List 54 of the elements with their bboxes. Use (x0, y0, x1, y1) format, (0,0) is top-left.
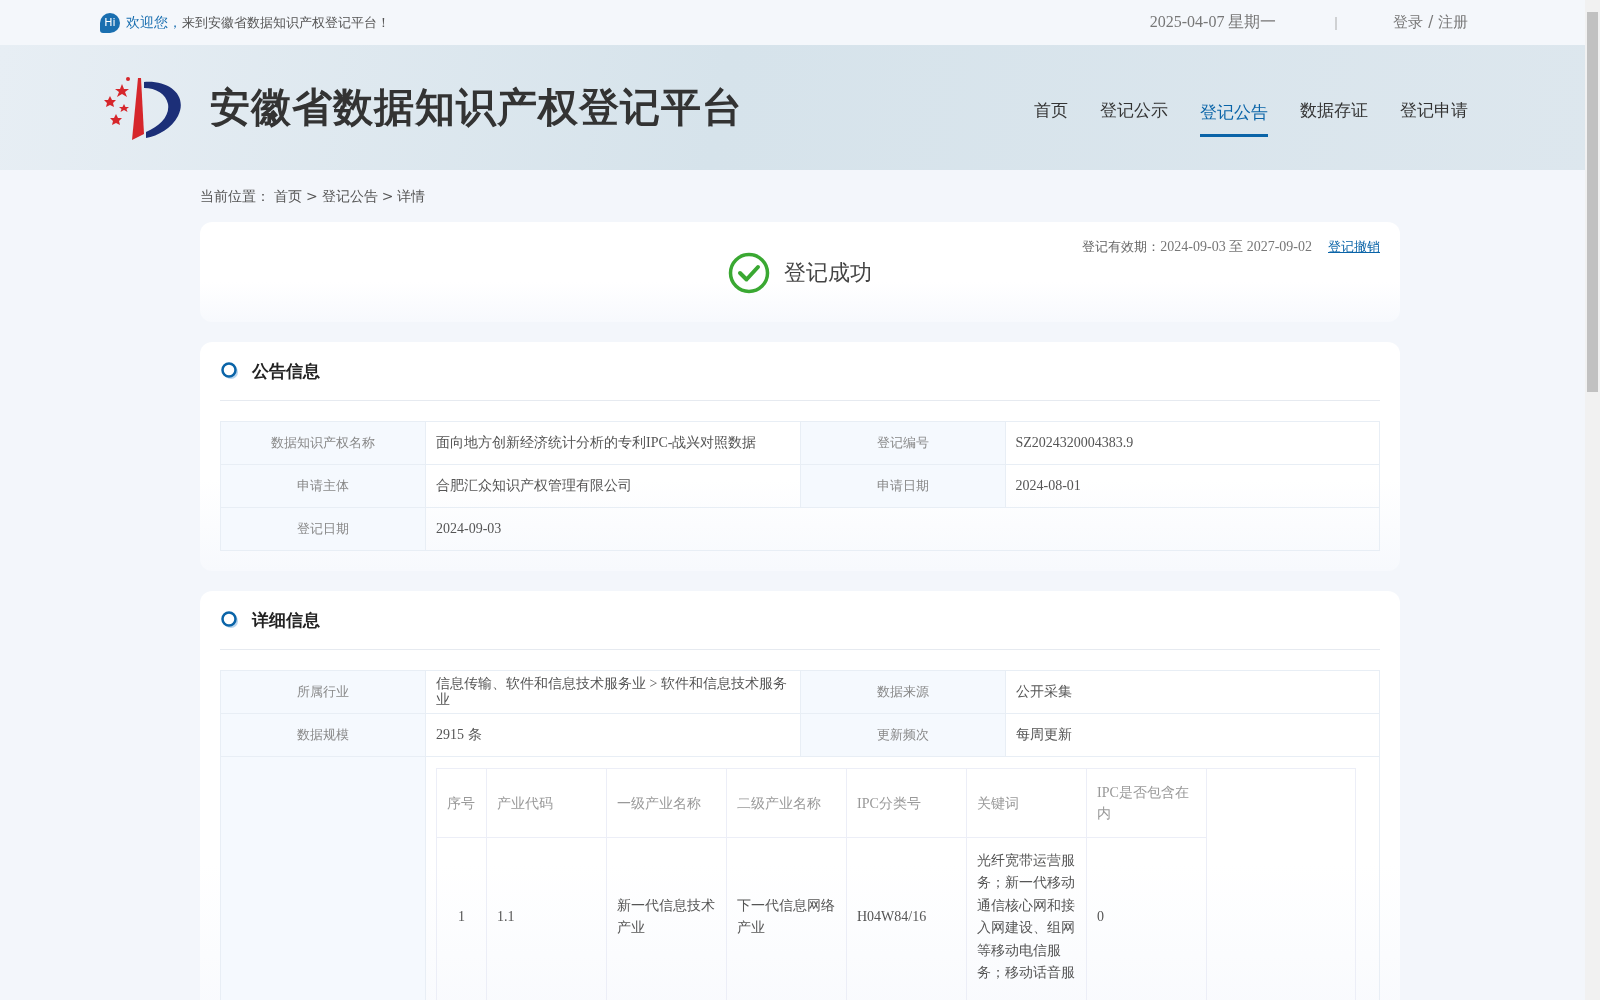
table-cell: 1 (436, 837, 487, 1000)
column-header: 关键词 (966, 768, 1087, 838)
login-register-link[interactable]: 登录 / 注册 (1393, 13, 1468, 32)
site-title: 安徽省数据知识产权登记平台 (210, 83, 743, 132)
field-label: 所属行业 (220, 670, 426, 714)
section-title: 详细信息 (252, 608, 320, 632)
field-label: 数据规模 (220, 713, 426, 757)
separator: | (1334, 14, 1338, 31)
column-header: IPC是否包含在内 (1086, 768, 1207, 838)
field-label: 登记日期 (220, 507, 426, 551)
breadcrumb-label: 当前位置： (200, 188, 270, 206)
field-value: 合肥汇众知识产权管理有限公司 (425, 464, 800, 508)
field-label: 数据知识产权名称 (220, 421, 426, 465)
field-value: 信息传输、软件和信息技术服务业 > 软件和信息技术服务业 (425, 670, 800, 714)
breadcrumb-link[interactable]: 登记公告 (321, 188, 378, 206)
breadcrumb-link[interactable]: 详情 (397, 188, 426, 206)
nav-tab[interactable]: 数据存证 (1300, 53, 1368, 170)
field-value: 2024-08-01 (1005, 464, 1380, 508)
field-label: 更新频次 (800, 713, 1005, 757)
column-header: 二级产业名称 (726, 768, 847, 838)
revoke-link[interactable]: 登记撤销 (1328, 238, 1380, 256)
welcome-message: 来到安徽省数据知识产权登记平台！ (182, 13, 390, 32)
nav-tab[interactable]: 首页 (1034, 53, 1068, 170)
date-text: 2025-04-07 星期一 (1149, 12, 1277, 32)
section-title: 公告信息 (252, 359, 320, 383)
welcome-text: 欢迎您， (126, 13, 182, 32)
bullet-icon (220, 610, 240, 630)
field-label: 数据来源 (800, 670, 1005, 714)
breadcrumb-separator: > (306, 188, 318, 206)
scrollbar[interactable] (1585, 0, 1600, 1000)
field-value: 公开采集 (1005, 670, 1380, 714)
nav-tab[interactable]: 登记公告 (1200, 45, 1268, 137)
field-value: SZ2024320004383.9 (1005, 421, 1380, 465)
column-header: IPC分类号 (846, 768, 967, 838)
column-header: 一级产业名称 (606, 768, 727, 838)
column-header: 产业代码 (486, 768, 607, 838)
bullet-icon (220, 361, 240, 381)
breadcrumb-link[interactable]: 首页 (274, 188, 302, 206)
field-label: 申请日期 (800, 464, 1005, 508)
validity-label: 登记有效期： (1082, 238, 1161, 256)
field-value: 每周更新 (1005, 713, 1380, 757)
success-check-icon (728, 252, 770, 294)
result-title: 登记成功 (784, 259, 872, 287)
field-value: 面向地方创新经济统计分析的专利IPC-战兴对照数据 (425, 421, 800, 465)
hi-badge: Hi (100, 12, 120, 33)
nav-tab[interactable]: 登记公示 (1100, 53, 1168, 170)
field-label: 申请主体 (220, 464, 426, 508)
validity-period: 2024-09-03 至 2027-09-02 (1160, 238, 1312, 256)
breadcrumb-separator: > (381, 188, 394, 206)
nav-tab[interactable]: 登记申请 (1400, 53, 1468, 170)
field-label: 登记编号 (800, 421, 1005, 465)
field-value: 2915 条 (425, 713, 800, 757)
field-value: 2024-09-03 (425, 507, 1380, 551)
column-header: 序号 (436, 768, 487, 838)
